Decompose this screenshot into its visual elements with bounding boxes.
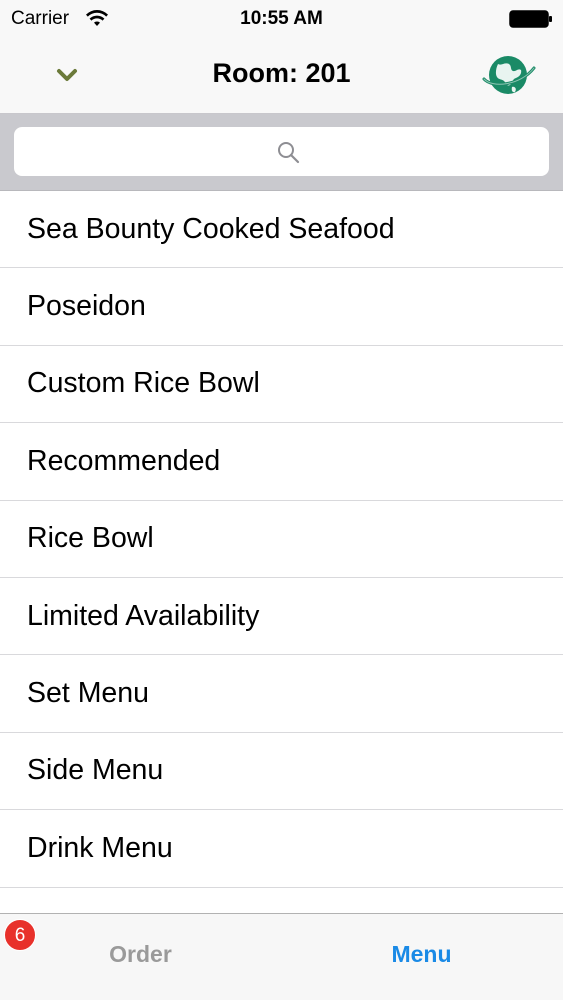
list-item-side-menu[interactable]: Side Menu: [0, 732, 563, 811]
list-item-sea-bounty-cooked-seafood[interactable]: Sea Bounty Cooked Seafood: [0, 191, 563, 269]
search-bar: [0, 114, 563, 191]
globe-icon[interactable]: [482, 52, 536, 98]
search-field[interactable]: [14, 127, 549, 176]
search-input[interactable]: [14, 127, 549, 176]
navigation-bar: Room: 201: [0, 38, 563, 114]
order-count-badge: 6: [4, 919, 36, 951]
tab-order-label: Order: [109, 941, 172, 967]
list-item-recommended[interactable]: Recommended: [0, 423, 563, 501]
menu-category-list: Sea Bounty Cooked Seafood Poseidon Custo…: [0, 191, 563, 913]
list-item-drink-menu[interactable]: Drink Menu: [0, 810, 563, 888]
list-item-custom-rice-bowl[interactable]: Custom Rice Bowl: [0, 345, 563, 424]
list-item-rice-bowl[interactable]: Rice Bowl: [0, 500, 563, 578]
tab-order[interactable]: Order: [0, 914, 281, 1000]
tab-menu[interactable]: Menu: [281, 914, 562, 1000]
tab-bar: Order Menu 6: [0, 913, 563, 1000]
list-item-partial[interactable]: [0, 887, 563, 913]
page-title: Room: 201: [212, 58, 351, 88]
status-time: 10:55 AM: [240, 8, 323, 29]
status-bar: Carrier 10:55 AM: [0, 0, 563, 38]
list-item-set-menu[interactable]: Set Menu: [0, 655, 563, 733]
list-item-poseidon[interactable]: Poseidon: [0, 268, 563, 346]
battery-icon: [509, 10, 552, 28]
list-item-limited-availability[interactable]: Limited Availability: [0, 577, 563, 656]
tab-menu-label: Menu: [391, 941, 452, 967]
